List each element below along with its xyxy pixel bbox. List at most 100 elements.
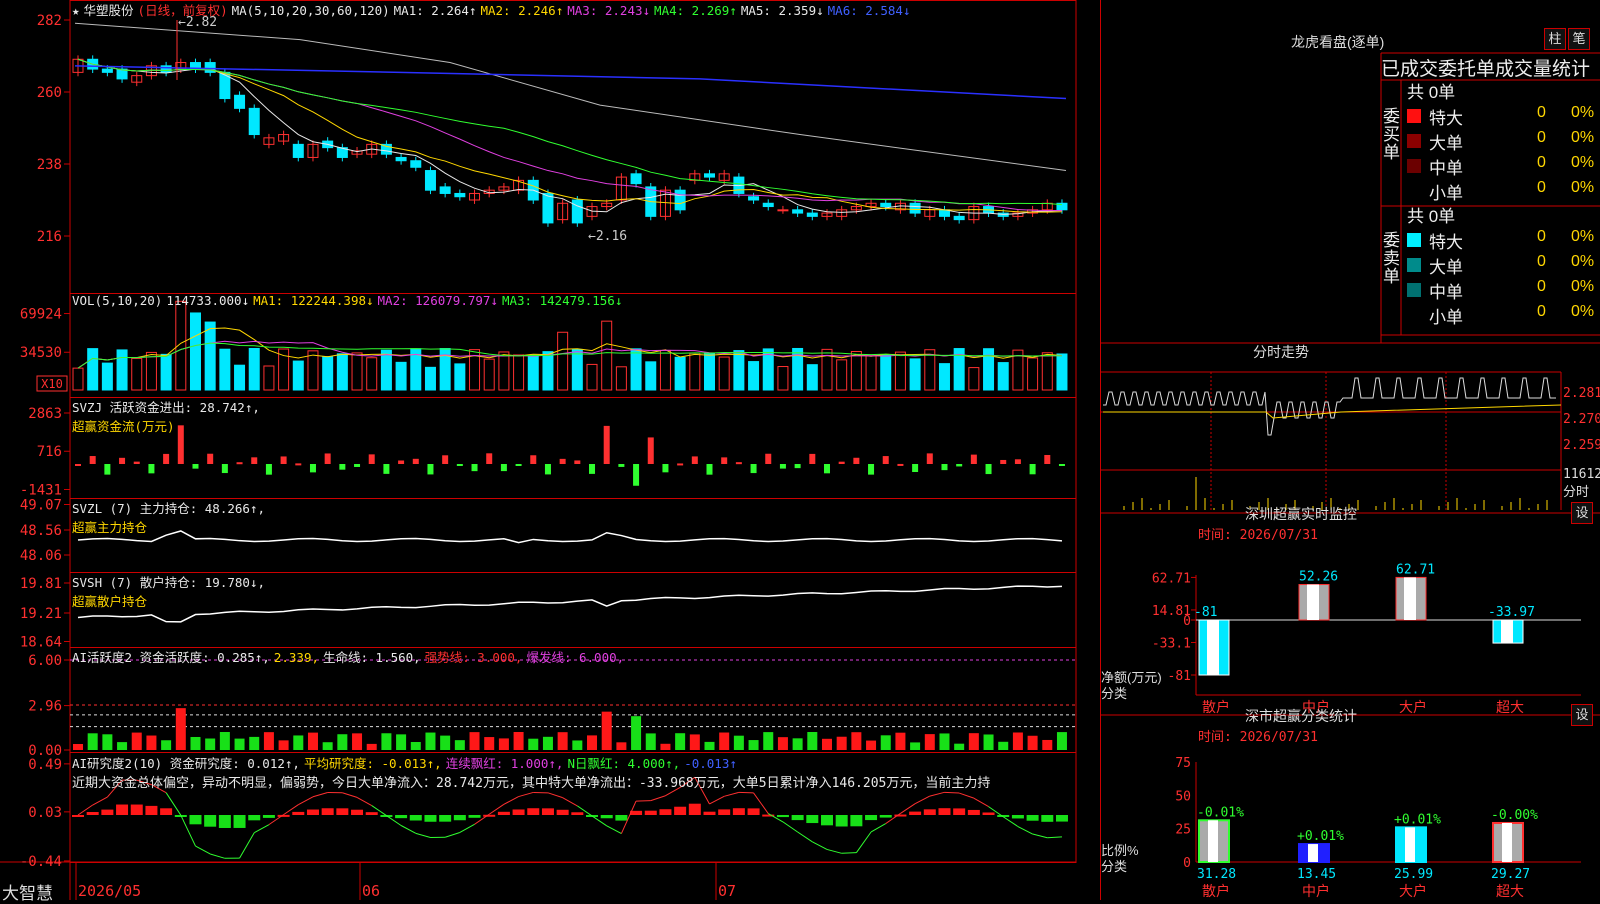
ai1-bar (73, 744, 83, 750)
svsh-line2: 超赢散户持仓 (72, 591, 265, 610)
ai2-line (298, 797, 313, 805)
ai2-red: 连续飘红: 1.000↑, (446, 756, 564, 771)
stat-title: 深市超赢分类统计 (1061, 706, 1541, 726)
ai2-bar (659, 809, 671, 815)
ai1-bar (984, 734, 994, 750)
svzj-bar (545, 464, 551, 474)
vol-bar (499, 352, 509, 390)
ai1-bar (190, 737, 200, 750)
ai2-bar (366, 812, 378, 815)
svzj-bar (765, 454, 771, 464)
tab-filled[interactable]: 已成交 (1381, 59, 1438, 80)
ai1-bar (235, 739, 245, 750)
svzj-bar (986, 464, 992, 474)
ai1-bar (572, 740, 582, 750)
ai2-line (768, 814, 783, 822)
svzj-bar (956, 464, 962, 466)
bar-mode-button[interactable]: 柱 (1544, 28, 1566, 50)
vol-bar (646, 362, 656, 390)
ai2-line (240, 833, 255, 858)
sell-total: 共 0单 (1407, 202, 1455, 227)
svzj-bar (427, 464, 433, 474)
ai1-bar (749, 740, 759, 750)
ai1-bar (558, 732, 568, 750)
ai2-line (886, 813, 901, 823)
vol-ma1: MA1: 122244.398↓ (253, 293, 373, 308)
ai1-bar (514, 732, 524, 750)
fs-vol-value: 11612 (1563, 467, 1600, 482)
ai2-line (974, 798, 989, 806)
ai2-line (519, 792, 534, 796)
svzj-bar (839, 462, 845, 464)
ai1-bar (146, 736, 156, 750)
vol-bar (220, 349, 230, 390)
ai1-bar (587, 735, 597, 750)
vol-bar (734, 351, 744, 390)
ai2-bar (410, 815, 422, 821)
ai2-bar (792, 815, 804, 820)
fs-price-2: 2.259 (1563, 438, 1600, 453)
svsh-tick-19.21: 19.21 (20, 606, 62, 622)
vol-bar (851, 352, 861, 390)
mon-val-1: 52.26 (1299, 570, 1338, 585)
ai2-line (195, 846, 210, 854)
svzj-bar (75, 464, 81, 466)
ai2-line (783, 822, 798, 832)
ai2-bar (395, 815, 407, 818)
ai2-bar (351, 810, 363, 815)
ai1-bar (102, 734, 112, 750)
candle-body (235, 95, 245, 108)
monitor-settings-button[interactable]: 设 (1571, 502, 1593, 524)
vol-bar (396, 362, 406, 390)
stat-settings-button[interactable]: 设 (1571, 704, 1593, 726)
sell-row-value: 0 (1537, 303, 1546, 321)
ai2-bar (469, 815, 481, 818)
ai1-bar (396, 734, 406, 750)
candle-body (793, 210, 803, 213)
vol-bar (514, 355, 524, 390)
ai2-bar (733, 808, 745, 815)
vol-bar (837, 360, 847, 390)
price-tick-238: 238 (37, 157, 62, 173)
candle-body (910, 203, 920, 213)
vol-bar (308, 351, 318, 390)
ai2-line (210, 854, 225, 858)
tab-vol-stats[interactable]: 成交量统计 (1495, 59, 1590, 80)
vol-bar (102, 363, 112, 390)
vol-bar (381, 350, 391, 390)
ai1-bar (411, 742, 421, 750)
period-label: (日线，前复权) (138, 3, 228, 18)
ai2-bar (748, 808, 760, 815)
stat-cat-3: 超大 (1496, 884, 1524, 900)
ai2-bar (645, 811, 657, 815)
ai2-line (944, 792, 959, 793)
tick-mode-button[interactable]: 笔 (1568, 28, 1590, 50)
ai1-bar (646, 733, 656, 750)
ai2-bar (718, 809, 730, 815)
mon-val-0: -81 (1194, 605, 1217, 620)
ai1-burst: 爆发线: 6.000, (526, 650, 624, 665)
svzj-bar (883, 456, 889, 464)
ai2-bar (1056, 815, 1068, 822)
svzj-bar (442, 455, 448, 464)
ai2-line (710, 796, 725, 804)
price-header: ★华塑股份(日线，前复权)MA(5,10,20,30,60,120)MA1: 2… (72, 0, 918, 19)
stat-tick-3: 0 (1183, 856, 1191, 871)
ai1-bar (264, 732, 274, 750)
vol-bar (88, 349, 98, 390)
fs-price-line (1103, 378, 1556, 435)
svzj-bar (369, 454, 375, 464)
svzl-tick-49.07: 49.07 (20, 498, 62, 514)
ai2-bar (909, 812, 921, 815)
ai2-line (812, 842, 827, 850)
tab-orders[interactable]: 委托单 (1438, 59, 1495, 80)
monitor-xlabel: 分类 (1101, 683, 1127, 702)
candle-body (778, 210, 788, 211)
ai2-bar (865, 815, 877, 820)
svzj-bar (971, 455, 977, 464)
ai1-bar (308, 733, 318, 750)
svzj-bar (897, 464, 903, 466)
ai2-bar (145, 806, 157, 815)
ai1-bar (763, 732, 773, 750)
chart-area[interactable]: 282260238216←2.82←2.166992434530X1028637… (0, 0, 1100, 900)
